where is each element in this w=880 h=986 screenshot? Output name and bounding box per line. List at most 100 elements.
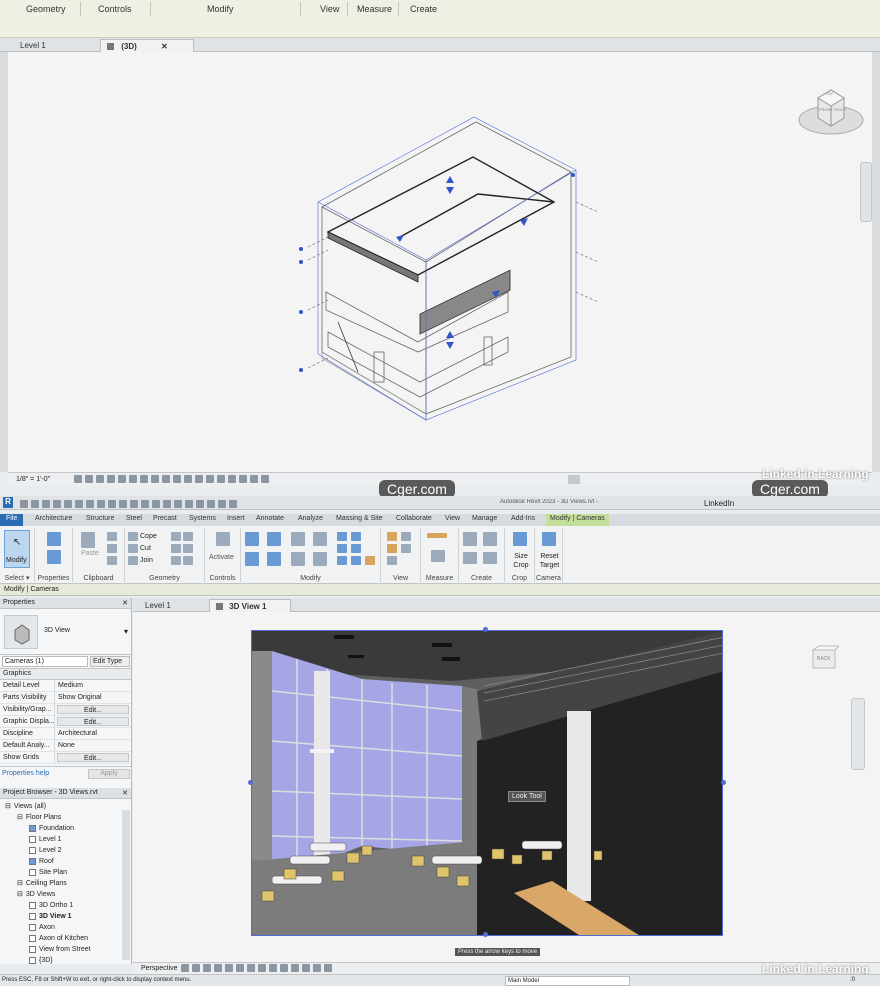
match-type-icon[interactable] (107, 556, 117, 565)
paste-icon[interactable] (81, 532, 95, 548)
type-properties-icon[interactable] (47, 550, 61, 564)
activate-icon[interactable] (216, 532, 230, 546)
browser-item[interactable]: 3D Ortho 1 (3, 900, 128, 911)
browser-item[interactable]: Level 1 (3, 834, 128, 845)
collapse-icon[interactable]: ⊟ (5, 803, 11, 810)
instance-dropdown[interactable]: Cameras (1) (2, 656, 88, 667)
split-icon[interactable] (337, 532, 347, 541)
browser-item[interactable]: Level 2 (3, 845, 128, 856)
browser-scrollbar[interactable] (122, 810, 130, 960)
cut-geometry-icon[interactable] (128, 544, 138, 553)
create-group-icon[interactable] (463, 552, 477, 564)
edit-button[interactable]: Edit... (57, 705, 129, 714)
geometry-tool-icon[interactable] (183, 532, 193, 541)
geometry-tool-icon[interactable] (171, 532, 181, 541)
create-assembly-icon[interactable] (463, 532, 477, 546)
pin-icon[interactable] (337, 556, 347, 565)
ribbon-group-controls[interactable]: Controls (98, 4, 132, 14)
edit-button[interactable]: Edit... (57, 717, 129, 726)
browser-item[interactable]: ⊟ Ceiling Plans (3, 878, 128, 889)
ribbon-group-measure[interactable]: Measure (357, 4, 392, 14)
browser-item[interactable]: Axon of Kitchen (3, 933, 128, 944)
reset-target-icon[interactable] (542, 532, 556, 546)
navigation-bar[interactable] (860, 162, 872, 222)
camera-crop-region[interactable]: Look Tool (251, 630, 723, 936)
apply-button[interactable]: Apply (88, 769, 130, 779)
size-crop-label[interactable]: Size Crop (507, 552, 535, 570)
browser-item[interactable]: ⊟ Views (all) (3, 801, 128, 812)
tab-file[interactable]: File (0, 514, 24, 526)
scale-icon[interactable] (351, 544, 361, 553)
viewcube[interactable]: BACK (809, 644, 841, 674)
navigation-bar[interactable] (851, 698, 865, 770)
collapse-icon[interactable]: ⊟ (17, 891, 23, 898)
group-label[interactable]: Select ▾ (0, 574, 34, 582)
browser-item[interactable]: Site Plan (3, 867, 128, 878)
top-3d-viewport[interactable]: TOP FRONT RIGHT (8, 52, 872, 472)
revit-logo-icon[interactable]: R (3, 497, 13, 508)
mirror-icon[interactable] (291, 532, 305, 546)
cut-label[interactable]: Cut (140, 545, 151, 552)
tab-systems[interactable]: Systems (189, 515, 216, 522)
property-value[interactable]: Architectural (55, 728, 131, 739)
copy-element-icon[interactable] (267, 552, 281, 566)
collapse-icon[interactable]: ⊟ (17, 880, 23, 887)
create-similar-icon[interactable] (483, 552, 497, 564)
hide-icon[interactable] (387, 532, 397, 541)
paint-icon[interactable] (387, 544, 397, 553)
property-value[interactable]: None (55, 740, 131, 751)
browser-item[interactable]: 3D View 1 (3, 911, 128, 922)
modify-button[interactable]: ↖ Modify (4, 530, 30, 568)
tab-annotate[interactable]: Annotate (256, 515, 284, 522)
viewcube[interactable]: TOP FRONT RIGHT (796, 80, 866, 140)
tab-steel[interactable]: Steel (126, 515, 142, 522)
linework-icon[interactable] (401, 544, 411, 553)
left-scrollbar[interactable] (0, 52, 8, 472)
array-icon[interactable] (337, 544, 347, 553)
join-label[interactable]: Join (140, 557, 153, 564)
activate-label[interactable]: Activate (209, 554, 234, 561)
tab-architecture[interactable]: Architecture (35, 515, 72, 522)
delete-icon[interactable] (365, 556, 375, 565)
create-parts-icon[interactable] (483, 532, 497, 546)
edit-type-button[interactable]: Edit Type (90, 656, 130, 667)
view-mode-label[interactable]: Perspective (141, 965, 178, 972)
tab-level-1[interactable]: Level 1 (14, 39, 52, 52)
browser-item[interactable]: View from Street (3, 944, 128, 955)
collapse-icon[interactable]: ⊟ (17, 814, 23, 821)
selection-box-icon[interactable] (387, 556, 397, 565)
join-icon[interactable] (128, 556, 138, 565)
crop-handle[interactable] (721, 780, 726, 785)
tab-view[interactable]: View (445, 515, 460, 522)
close-icon[interactable]: ✕ (161, 42, 168, 51)
ribbon-group-create[interactable]: Create (410, 4, 437, 14)
tab-3d[interactable]: (3D) ✕ (100, 39, 194, 52)
browser-item[interactable]: Foundation (3, 823, 128, 834)
type-selector[interactable]: 3D View ▾ (0, 609, 131, 655)
dimension-icon[interactable] (431, 550, 445, 562)
property-value[interactable]: Show Original (55, 692, 131, 703)
tab-add-ins[interactable]: Add-Ins (511, 515, 535, 522)
browser-item[interactable]: Roof (3, 856, 128, 867)
close-icon[interactable]: ✕ (122, 599, 128, 607)
crop-handle[interactable] (248, 780, 253, 785)
view-control-icons[interactable] (181, 964, 335, 972)
scale-label[interactable]: 1/8" = 1'-0" (16, 476, 50, 483)
model-selector[interactable]: Main Model (505, 976, 630, 986)
view-control-icons[interactable] (74, 475, 272, 483)
tab-insert[interactable]: Insert (227, 515, 245, 522)
geometry-tool-icon[interactable] (171, 544, 181, 553)
tab-precast[interactable]: Precast (153, 515, 177, 522)
edit-button[interactable]: Edit... (57, 753, 129, 762)
perspective-viewport[interactable]: Look Tool Press the arrow keys to move B… (133, 612, 880, 962)
cope-label[interactable]: Cope (140, 533, 157, 540)
browser-item[interactable]: ⊟ Floor Plans (3, 812, 128, 823)
right-scrollbar[interactable] (872, 52, 880, 472)
tab-manage[interactable]: Manage (472, 515, 497, 522)
tab-collaborate[interactable]: Collaborate (396, 515, 432, 522)
measure-icon[interactable] (427, 533, 447, 538)
geometry-tool-icon[interactable] (183, 556, 193, 565)
properties-help-link[interactable]: Properties help (2, 770, 49, 777)
section-header[interactable]: Graphics (0, 669, 131, 680)
move-icon[interactable] (245, 552, 259, 566)
